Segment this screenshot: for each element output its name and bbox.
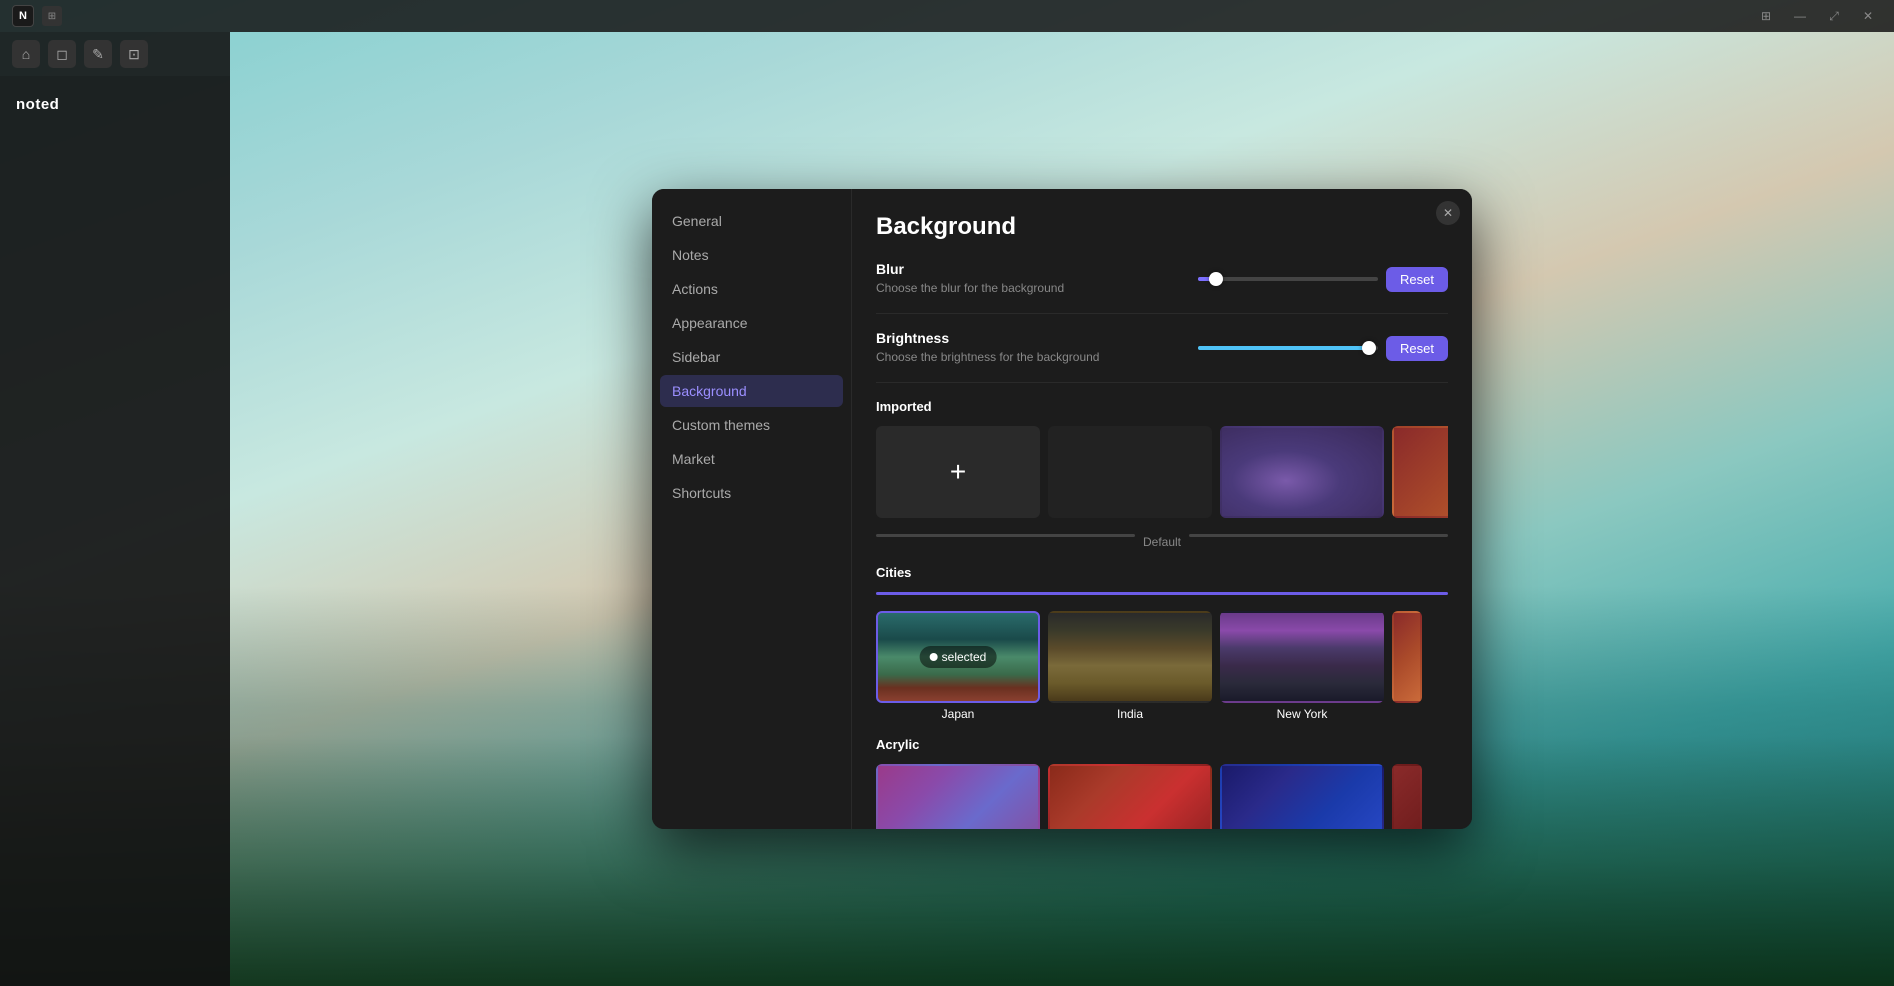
brightness-row: Brightness Choose the brightness for the…	[876, 330, 1448, 383]
save-button[interactable]: ◻	[48, 40, 76, 68]
blur-label: Blur Choose the blur for the background	[876, 261, 1064, 297]
imported-abstract1[interactable]	[1220, 426, 1384, 518]
newyork-container: New York	[1220, 611, 1384, 721]
nav-notes[interactable]: Notes	[660, 239, 843, 271]
edit-button[interactable]: ✎	[84, 40, 112, 68]
settings-nav: General Notes Actions Appearance Sidebar…	[652, 189, 852, 829]
blur-thumb[interactable]	[1209, 272, 1223, 286]
cities-scroll-bar	[876, 592, 1448, 595]
acrylic3-thumb[interactable]	[1220, 764, 1384, 829]
acrylic-section-header: Acrylic	[876, 737, 1448, 752]
cities-section-header: Cities	[876, 565, 1448, 580]
folder-button[interactable]: ⊡	[120, 40, 148, 68]
cities-grid: selected Japan India New York	[876, 611, 1448, 721]
toolbar: ⌂ ◻ ✎ ⊡	[0, 32, 230, 76]
maximize-button[interactable]: ⤢	[1820, 6, 1848, 26]
add-icon: +	[950, 456, 966, 488]
india-label: India	[1117, 707, 1143, 721]
acrylic2-thumb[interactable]	[1048, 764, 1212, 829]
default-bar-right	[1189, 534, 1448, 537]
nav-background[interactable]: Background	[660, 375, 843, 407]
selected-label: selected	[942, 650, 987, 664]
dialog-overlay: General Notes Actions Appearance Sidebar…	[230, 32, 1894, 986]
home-button[interactable]: ⌂	[12, 40, 40, 68]
acrylic1-thumb[interactable]	[876, 764, 1040, 829]
india-container: India	[1048, 611, 1212, 721]
nav-shortcuts[interactable]: Shortcuts	[660, 477, 843, 509]
acrylic4-thumb[interactable]	[1392, 764, 1422, 829]
brightness-thumb[interactable]	[1362, 341, 1376, 355]
close-button[interactable]: ✕	[1854, 6, 1882, 26]
minimize-button[interactable]: —	[1786, 6, 1814, 26]
titlebar: N ⊞ ⊞ — ⤢ ✕	[0, 0, 1894, 32]
brightness-reset-button[interactable]: Reset	[1386, 336, 1448, 361]
nav-actions[interactable]: Actions	[660, 273, 843, 305]
titlebar-left: N ⊞	[12, 5, 62, 27]
app-logo: N	[12, 5, 34, 27]
brightness-title: Brightness	[876, 330, 1099, 346]
japan-container: selected Japan	[876, 611, 1040, 721]
imported-section-header: Imported	[876, 399, 1448, 414]
nav-custom-themes[interactable]: Custom themes	[660, 409, 843, 441]
dialog-close-button[interactable]: ✕	[1436, 201, 1460, 225]
japan-label: Japan	[942, 707, 975, 721]
default-label: Default	[1143, 535, 1181, 549]
selected-dot	[930, 653, 938, 661]
blur-description: Choose the blur for the background	[876, 281, 1064, 295]
default-bar-left	[876, 534, 1135, 537]
nav-general[interactable]: General	[660, 205, 843, 237]
newyork-label: New York	[1277, 707, 1328, 721]
blur-reset-button[interactable]: Reset	[1386, 267, 1448, 292]
japan-thumb[interactable]: selected	[876, 611, 1040, 703]
acrylic-grid	[876, 764, 1448, 829]
brightness-label: Brightness Choose the brightness for the…	[876, 330, 1099, 366]
brightness-slider[interactable]	[1198, 346, 1378, 350]
window-controls: ⊞ — ⤢ ✕	[1752, 6, 1882, 26]
nav-market[interactable]: Market	[660, 443, 843, 475]
settings-dialog: General Notes Actions Appearance Sidebar…	[652, 189, 1472, 829]
india-thumb[interactable]	[1048, 611, 1212, 703]
tile-button[interactable]: ⊞	[1752, 6, 1780, 26]
settings-content: ✕ Background Blur Choose the blur for th…	[852, 189, 1472, 829]
blur-slider[interactable]	[1198, 277, 1378, 281]
app-name: noted	[8, 92, 222, 125]
imported-grid: +	[876, 426, 1448, 518]
imported-abstract2[interactable]	[1392, 426, 1448, 518]
default-row: Default	[876, 534, 1448, 549]
imported-blank[interactable]	[1048, 426, 1212, 518]
settings-title: Background	[876, 213, 1448, 241]
cities-scroll-indicator	[876, 592, 1448, 595]
brightness-controls: Reset	[1198, 336, 1448, 361]
newyork-thumb[interactable]	[1220, 611, 1384, 703]
blur-row: Blur Choose the blur for the background …	[876, 261, 1448, 314]
nav-sidebar[interactable]: Sidebar	[660, 341, 843, 373]
brightness-description: Choose the brightness for the background	[876, 350, 1099, 364]
japan-selected-badge: selected	[920, 646, 997, 668]
extra-city-container	[1392, 611, 1422, 721]
blur-title: Blur	[876, 261, 1064, 277]
nav-appearance[interactable]: Appearance	[660, 307, 843, 339]
blur-controls: Reset	[1198, 267, 1448, 292]
extra-city-thumb[interactable]	[1392, 611, 1422, 703]
titlebar-icon: ⊞	[42, 6, 62, 26]
add-image-button[interactable]: +	[876, 426, 1040, 518]
brightness-fill	[1198, 346, 1369, 350]
sidebar: noted	[0, 76, 230, 986]
